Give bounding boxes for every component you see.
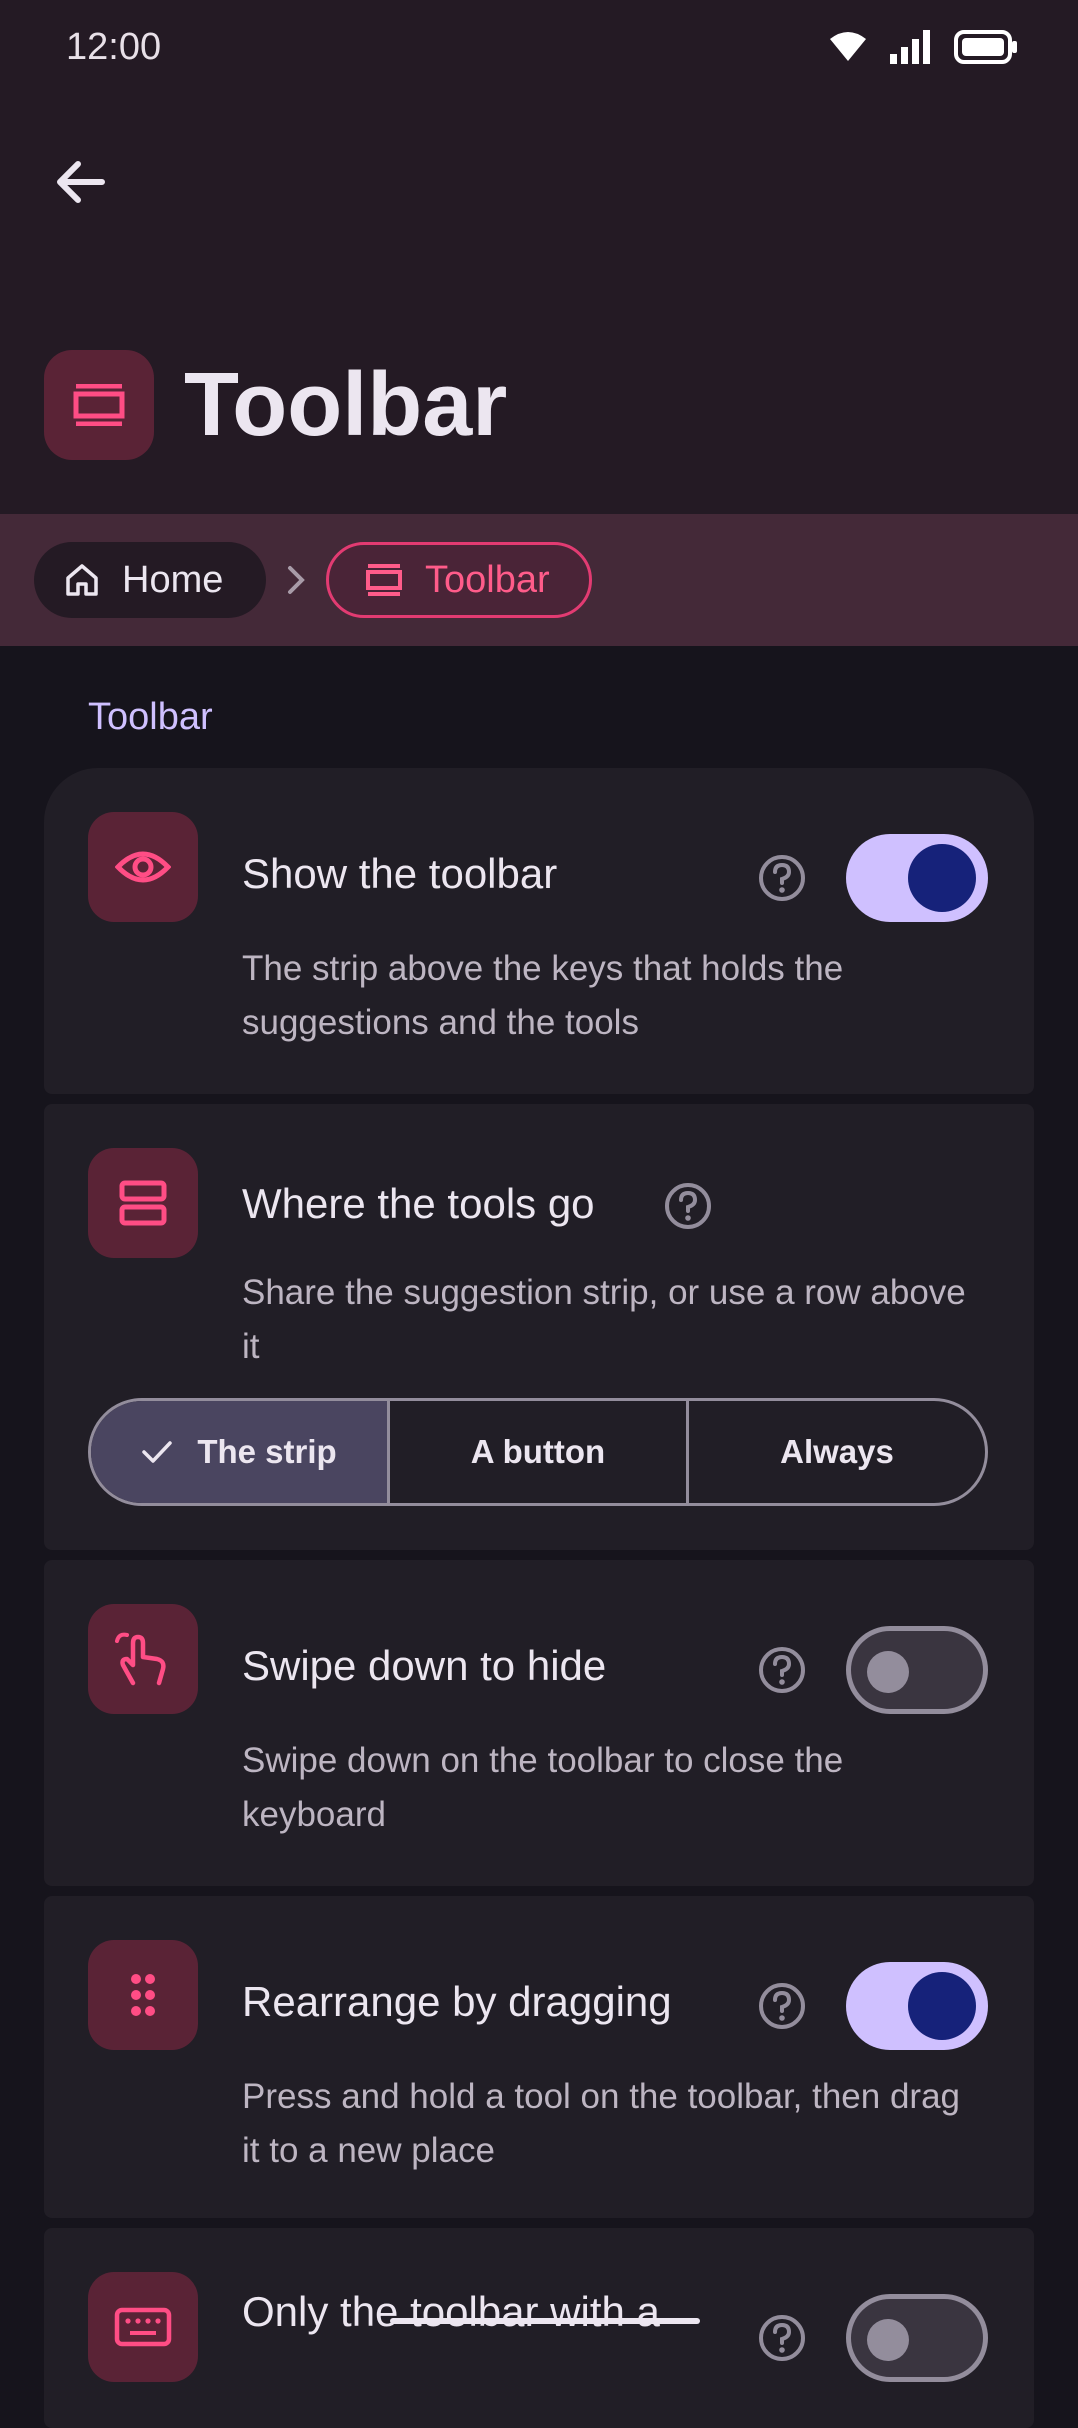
setting-rearrange-by-dragging[interactable]: Rearrange by dragging Press and hold a t… <box>44 1896 1034 2218</box>
check-icon <box>142 1441 173 1463</box>
setting-description: Press and hold a tool on the toolbar, th… <box>242 2077 961 2170</box>
section-title: Toolbar <box>88 696 213 738</box>
help-icon[interactable] <box>758 854 806 902</box>
help-icon[interactable] <box>758 1982 806 2030</box>
status-icons <box>828 30 1018 64</box>
toolbar-icon <box>366 564 402 596</box>
setting-label: Swipe down to hide <box>242 1642 607 1689</box>
setting-label: Show the toolbar <box>242 850 558 897</box>
setting-description: Share the suggestion strip, or use a row… <box>242 1273 966 1366</box>
only-toolbar-toggle[interactable] <box>846 2294 988 2382</box>
drag-handle-icon <box>88 1940 198 2050</box>
gesture-nav-handle[interactable] <box>390 2318 700 2324</box>
setting-description: The strip above the keys that holds the … <box>242 949 844 1042</box>
back-arrow-icon[interactable] <box>50 152 110 212</box>
toggle-knob <box>867 1651 909 1693</box>
setting-show-toolbar[interactable]: Show the toolbar The strip above the key… <box>44 768 1034 1094</box>
option-label: Always <box>780 1433 894 1470</box>
eye-icon <box>88 812 198 922</box>
battery-icon <box>954 30 1017 64</box>
toggle-knob <box>908 844 976 912</box>
status-bar: 12:00 <box>0 0 1078 96</box>
help-icon[interactable] <box>758 1646 806 1694</box>
breadcrumb-home-label: Home <box>122 558 224 601</box>
toggle-knob <box>908 1972 976 2040</box>
breadcrumb-home[interactable]: Home <box>34 542 266 618</box>
breadcrumb-current[interactable]: Toolbar <box>326 542 592 618</box>
status-time: 12:00 <box>66 26 162 68</box>
setting-label: Where the tools go <box>242 1180 595 1227</box>
setting-only-toolbar[interactable]: Only the toolbar with a <box>44 2228 1034 2428</box>
setting-where-tools-go: Where the tools go Share the suggestion … <box>44 1104 1034 1550</box>
option-a-button[interactable]: A button <box>387 1401 686 1503</box>
rearrange-toggle[interactable] <box>846 1962 988 2050</box>
setting-swipe-down-to-hide[interactable]: Swipe down to hide Swipe down on the too… <box>44 1560 1034 1886</box>
chevron-right-icon <box>288 566 305 594</box>
rows-icon <box>88 1148 198 1258</box>
wifi-icon <box>830 32 866 61</box>
setting-label: Rearrange by dragging <box>242 1978 672 2025</box>
help-icon[interactable] <box>664 1182 712 1230</box>
keyboard-icon <box>88 2272 198 2382</box>
option-label: A button <box>470 1433 606 1470</box>
toggle-knob <box>867 2319 909 2361</box>
setting-label: Only the toolbar with a <box>242 2288 660 2335</box>
show-toolbar-toggle[interactable] <box>846 834 988 922</box>
swipe-down-toggle[interactable] <box>846 1626 988 1714</box>
home-icon <box>66 564 98 596</box>
page-title: Toolbar <box>184 355 508 455</box>
tools-location-segmented-control: The strip A button Always <box>88 1398 988 1506</box>
breadcrumb: Home Toolbar <box>0 514 1078 646</box>
help-icon[interactable] <box>758 2314 806 2362</box>
option-label: The strip <box>197 1433 337 1470</box>
toolbar-icon <box>44 350 154 460</box>
option-the-strip[interactable]: The strip <box>91 1401 387 1503</box>
signal-icon <box>890 30 930 64</box>
option-always[interactable]: Always <box>686 1401 985 1503</box>
breadcrumb-current-label: Toolbar <box>425 558 550 601</box>
swipe-gesture-icon <box>88 1604 198 1714</box>
setting-description: Swipe down on the toolbar to close the k… <box>242 1741 844 1834</box>
